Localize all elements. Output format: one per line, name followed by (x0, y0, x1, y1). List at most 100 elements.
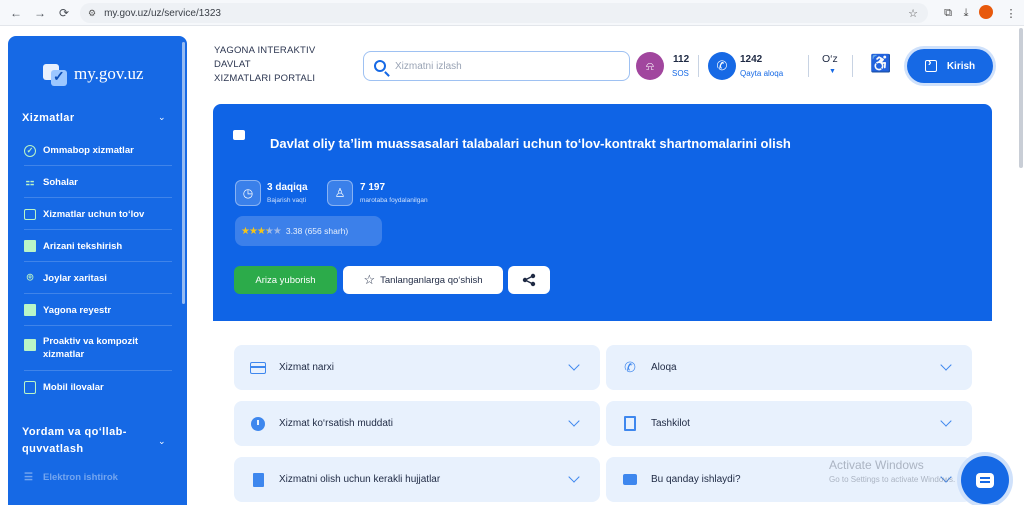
clock-icon (250, 416, 266, 431)
rating-badge[interactable]: ★★★★★ 3.38 (656 sharh) (235, 216, 382, 246)
accessibility-icon[interactable]: ♿ (870, 54, 891, 74)
windows-activation-title: Activate Windows (829, 458, 924, 472)
building-icon (622, 416, 638, 431)
accordion-contact[interactable]: ✆ Aloqa (606, 345, 972, 390)
phone-icon: ✆ (624, 359, 636, 375)
login-icon (924, 57, 937, 72)
chevron-down-icon: ⌄ (158, 435, 166, 446)
sidebar-scrollbar[interactable] (182, 42, 185, 304)
reload-icon[interactable]: ⟳ (54, 3, 74, 23)
sidebar-item-proactive[interactable]: Proaktiv va kompozit xizmatlar (24, 327, 172, 371)
users-icon: ♙ (327, 180, 353, 206)
usage-label: marotaba foydalanilgan (360, 197, 428, 204)
browser-toolbar: ← → ⟳ ⚙ my.gov.uz/uz/service/1323 ☆ ⧉ ⤓ … (0, 0, 1024, 26)
accordion-service-term[interactable]: Xizmat ko‘rsatish muddati (234, 401, 600, 446)
proactive-icon (24, 339, 36, 351)
search-input[interactable] (395, 60, 615, 72)
site-settings-icon[interactable]: ⚙ (88, 8, 96, 19)
back-arrow-icon[interactable]: ← (6, 3, 26, 23)
chevron-down-icon (568, 415, 580, 427)
sidebar-section-help[interactable]: Yordam va qo‘llab- quvvatlash ⌄ (22, 424, 166, 458)
phone-icon: ✆ (716, 58, 728, 73)
divider (698, 55, 699, 77)
share-icon (522, 273, 536, 287)
help-title-line1: Yordam va qo‘llab- (22, 426, 127, 438)
logo-check-icon: ✓ (43, 62, 69, 86)
sidebar: ✓ my.gov.uz Xizmatlar ⌄ ✓ Ommabop xizmat… (8, 36, 187, 505)
chevron-down-icon (940, 359, 952, 371)
address-bar[interactable]: ⚙ my.gov.uz/uz/service/1323 ☆ (80, 3, 928, 23)
usage-value: 7 197 (360, 182, 386, 193)
chevron-down-icon (940, 415, 952, 427)
duration-value: 3 daqiqa (267, 182, 308, 193)
duration-label: Bajarish vaqti (267, 197, 307, 204)
alarm-bell-icon: ⍾ (646, 58, 654, 73)
callback-label: Qayta aloqa (740, 69, 784, 78)
chat-bubble-icon (976, 472, 994, 488)
chevron-down-icon: ⌄ (158, 112, 166, 122)
callback-number: 1242 (740, 54, 763, 65)
sidebar-item-payment[interactable]: Xizmatlar uchun to‘lov (24, 199, 172, 230)
support-chat-button[interactable] (961, 456, 1009, 504)
sidebar-item-proactive-line1: Proaktiv va kompozit (43, 336, 139, 347)
sos-number: 112 (673, 54, 690, 65)
payment-card-icon (250, 361, 266, 374)
divider (808, 55, 809, 77)
search-icon (374, 60, 386, 72)
windows-activation-subtitle: Go to Settings to activate Windows. (829, 475, 956, 484)
share-button[interactable] (508, 266, 550, 294)
mobile-icon (24, 381, 36, 394)
sidebar-item-registry[interactable]: Yagona reyestr (24, 295, 172, 326)
callback-button[interactable]: ✆ (708, 52, 736, 80)
language-selector[interactable]: O‘z (822, 53, 838, 65)
portal-title: YAGONA INTERAKTIV DAVLAT XIZMATLARI PORT… (214, 45, 316, 84)
chat-icon (622, 474, 638, 485)
login-button[interactable]: Kirish (907, 49, 993, 83)
rating-text: 3.38 (656 sharh) (285, 226, 349, 236)
logo-text: my.gov.uz (74, 64, 144, 83)
document-icon (250, 472, 266, 487)
accordion-required-documents[interactable]: Xizmatni olish uchun kerakli hujjatlar (234, 457, 600, 502)
url-text[interactable]: my.gov.uz/uz/service/1323 (104, 8, 221, 19)
profile-avatar[interactable] (979, 5, 993, 19)
star-outline-icon: ☆ (363, 272, 376, 287)
download-icon[interactable]: ⤓ (958, 5, 974, 21)
sidebar-item-check-application[interactable]: Arizani tekshirish (24, 231, 172, 262)
document-icon (24, 240, 36, 252)
service-title: Davlat oliy ta’lim muassasalari talabala… (270, 136, 791, 151)
bookmark-star-icon[interactable]: ☆ (908, 7, 918, 20)
sidebar-item-map[interactable]: ⌾ Joylar xaritasi (24, 263, 172, 294)
sidebar-item-mobile[interactable]: Mobil ilovalar (24, 372, 172, 403)
sidebar-item-proactive-line2: xizmatlar (43, 349, 85, 360)
list-icon: ☰ (24, 472, 33, 483)
extensions-puzzle-icon[interactable]: ⧉ (940, 5, 956, 21)
sidebar-item-popular[interactable]: ✓ Ommabop xizmatlar (24, 136, 172, 166)
map-pin-icon: ⌾ (26, 271, 34, 284)
sidebar-section-services[interactable]: Xizmatlar ⌄ (22, 112, 166, 124)
rating-stars-icon: ★★★★★ (241, 225, 282, 237)
grid-icon: ⚏ (25, 176, 35, 188)
caret-down-icon[interactable]: ▼ (829, 68, 836, 75)
browser-menu-icon[interactable]: ⋮ (1003, 5, 1019, 21)
flag-icon (233, 130, 245, 140)
divider (852, 55, 853, 77)
service-hero: Davlat oliy ta’lim muassasalari talabala… (213, 104, 992, 321)
payment-card-icon (24, 208, 36, 220)
sidebar-item-sectors[interactable]: ⚏ Sohalar (24, 167, 172, 198)
sidebar-item-e-participation[interactable]: ☰ Elektron ishtirok (24, 472, 118, 483)
help-title-line2: quvvatlash (22, 443, 84, 455)
page-scrollbar[interactable] (1019, 28, 1023, 168)
add-to-favorites-button[interactable]: ☆ Tanlanganlarga qo‘shish (343, 266, 503, 294)
accordion-organization[interactable]: Tashkilot (606, 401, 972, 446)
check-circle-icon: ✓ (24, 144, 36, 157)
site-logo[interactable]: ✓ my.gov.uz (43, 62, 144, 86)
accordion-price[interactable]: Xizmat narxi (234, 345, 600, 390)
chevron-down-icon (568, 471, 580, 483)
forward-arrow-icon[interactable]: → (30, 3, 50, 23)
chevron-down-icon (568, 359, 580, 371)
apply-button[interactable]: Ariza yuborish (234, 266, 337, 294)
clock-icon: ◷ (235, 180, 261, 206)
search-box[interactable] (363, 51, 630, 81)
sos-label: SOS (672, 69, 689, 78)
sos-button[interactable]: ⍾ (636, 52, 664, 80)
